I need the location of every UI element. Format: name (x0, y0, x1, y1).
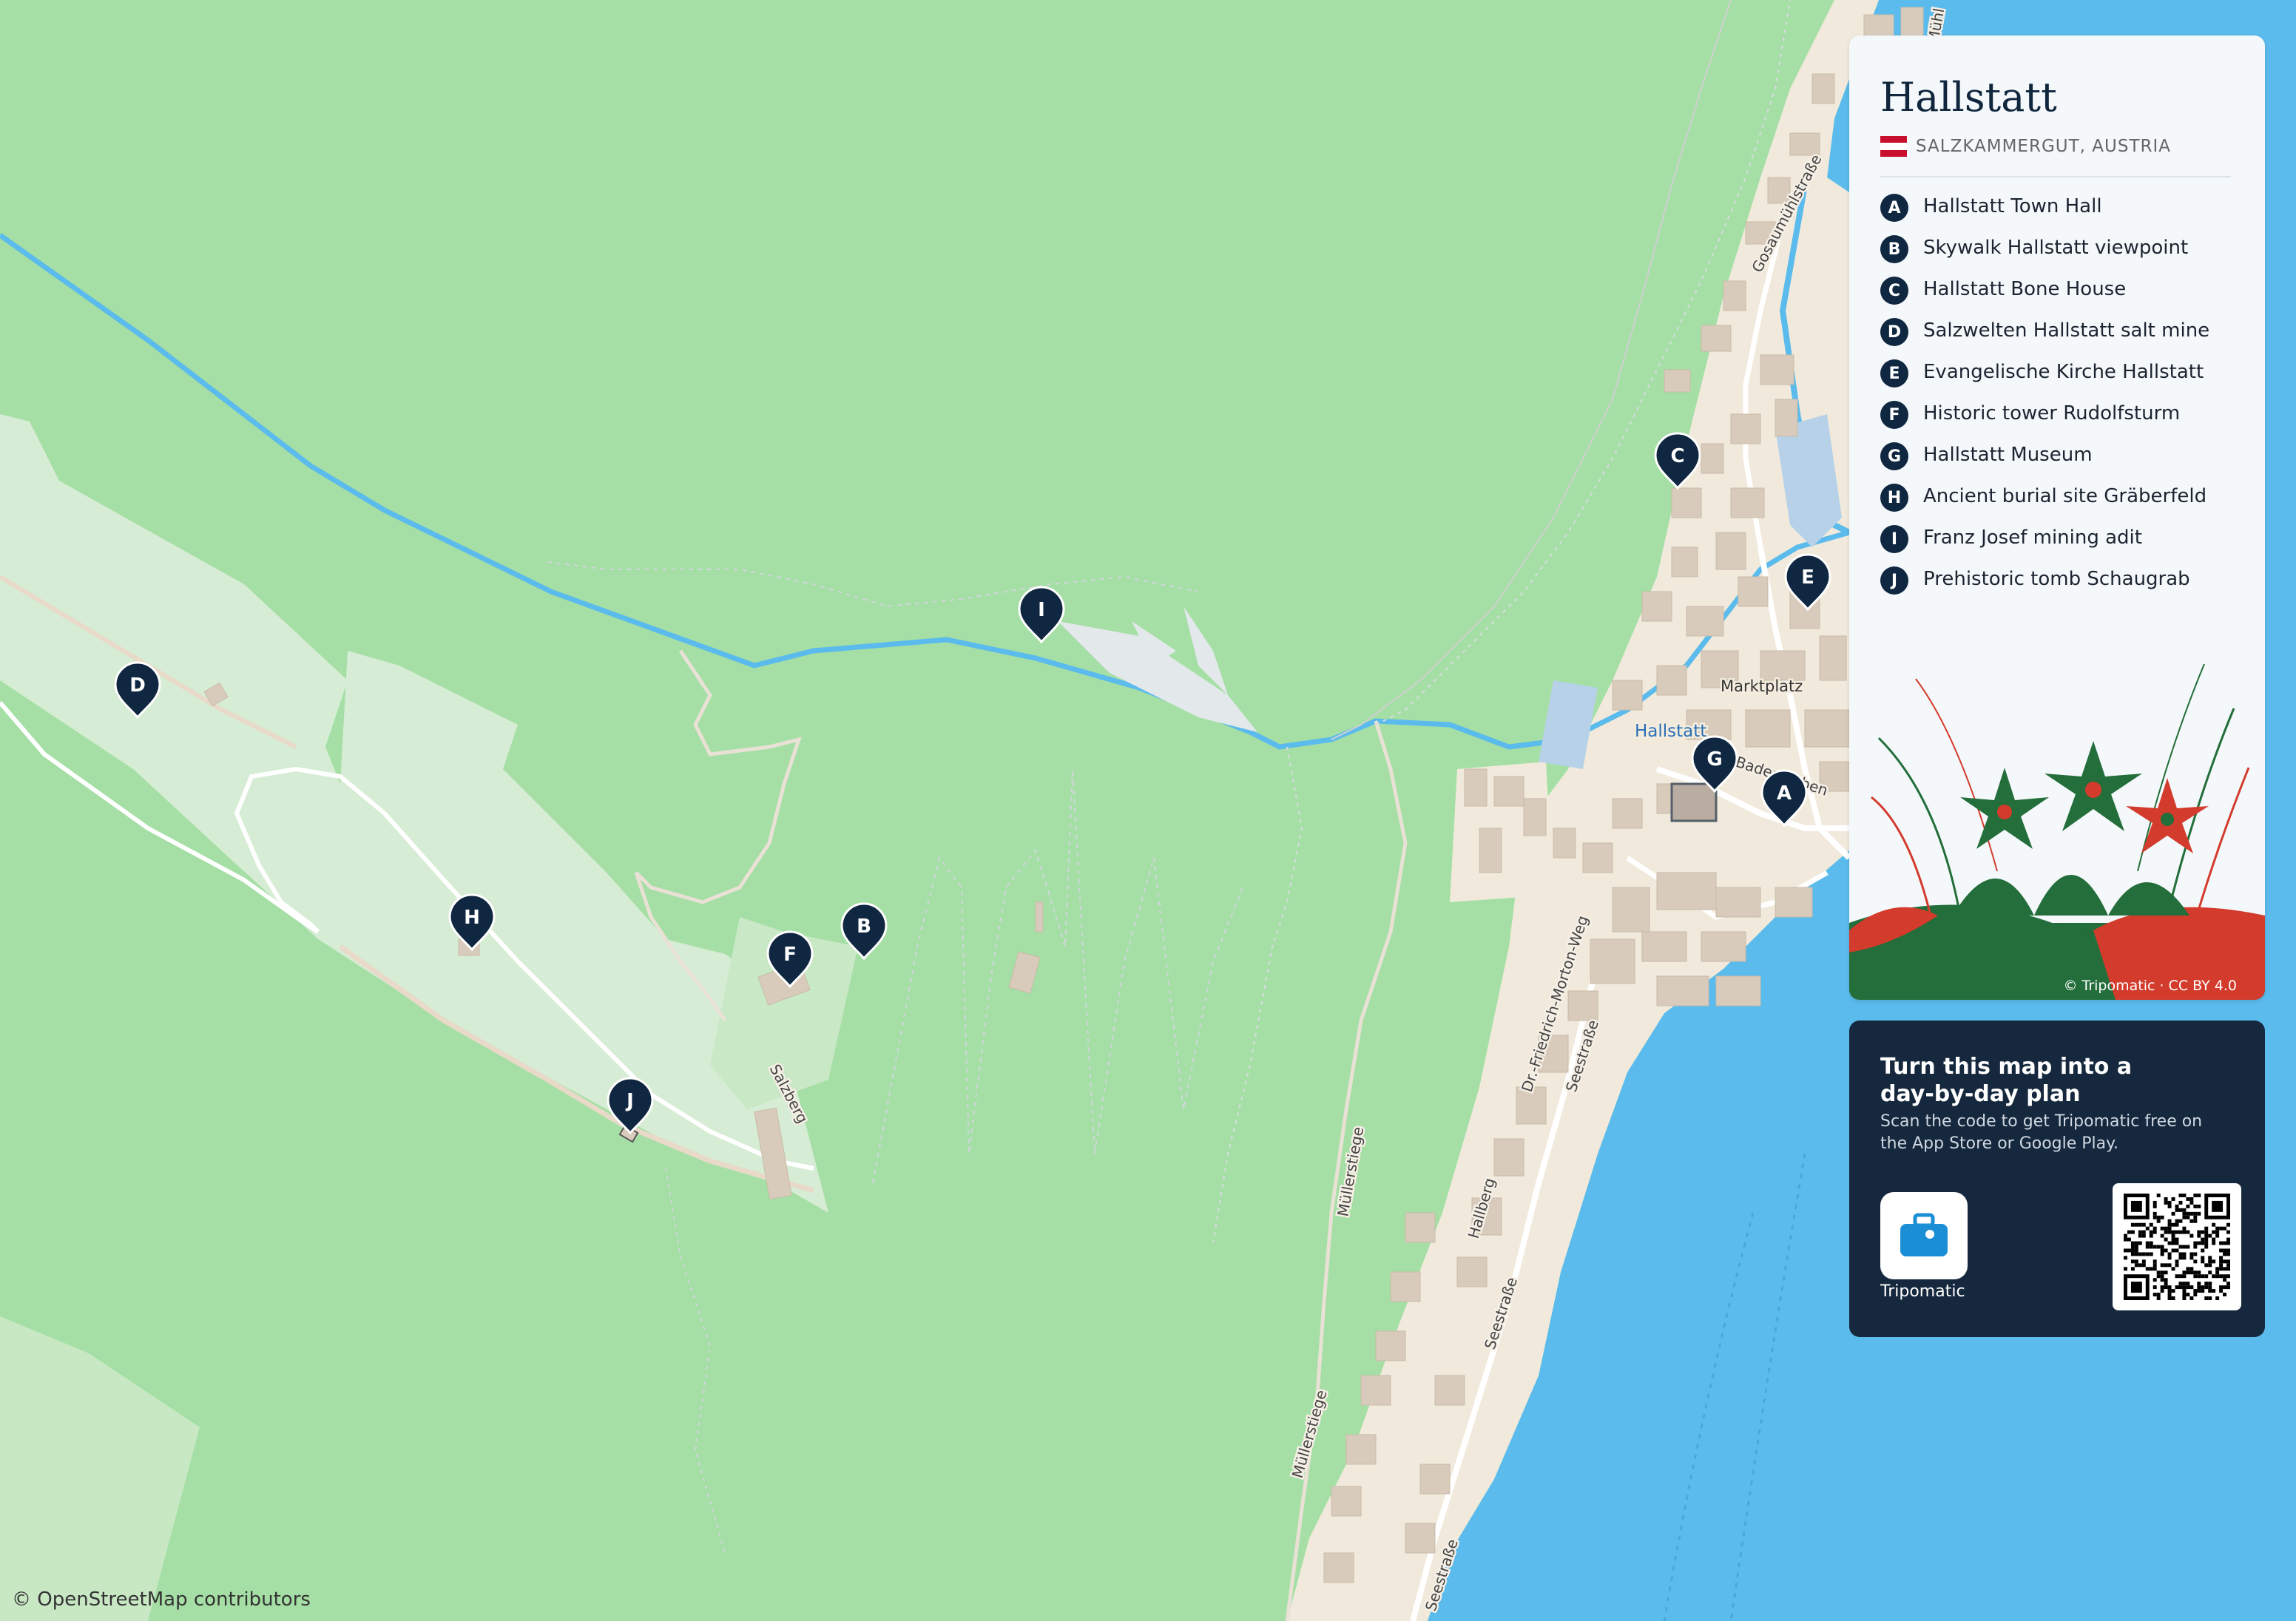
poi-name: Skywalk Hallstatt viewpoint (1923, 237, 2189, 259)
illustration-credit: © Tripomatic · CC BY 4.0 (2063, 978, 2237, 994)
poi-name: Historic tower Rudolfsturm (1923, 402, 2181, 424)
app-name: Tripomatic (1880, 1282, 1965, 1301)
poi-item-h[interactable]: H Ancient burial site Gräberfeld (1880, 484, 2235, 512)
qr-code-icon (2124, 1194, 2230, 1300)
edelweiss-illustration (1849, 663, 2265, 1000)
austria-flag-icon (1880, 136, 1907, 157)
poi-name: Hallstatt Museum (1923, 444, 2093, 466)
marker-letter: G (1706, 748, 1722, 771)
poi-name: Prehistoric tomb Schaugrab (1923, 568, 2190, 590)
poi-name: Franz Josef mining adit (1923, 527, 2142, 549)
map-info-card: Hallstatt SALZKAMMERGUT, AUSTRIA A Hallst… (1849, 35, 2265, 1000)
poi-item-i[interactable]: I Franz Josef mining adit (1880, 525, 2235, 553)
poi-name: Salzwelten Hallstatt salt mine (1923, 319, 2210, 342)
label-marktplatz: Marktplatz (1721, 677, 1803, 695)
region-label: SALZKAMMERGUT, AUSTRIA (1916, 137, 2171, 156)
poi-badge: E (1880, 359, 1908, 388)
poi-list: A Hallstatt Town Hall B Skywalk Hallstatt v… (1880, 194, 2235, 608)
marker-letter: C (1670, 445, 1684, 467)
poi-item-g[interactable]: G Hallstatt Museum (1880, 442, 2235, 470)
poi-item-b[interactable]: B Skywalk Hallstatt viewpoint (1880, 235, 2235, 263)
suitcase-icon (1900, 1213, 1948, 1256)
promo-panel: Turn this map into a day-by-day plan Sca… (1849, 1021, 2265, 1337)
marker-letter: E (1801, 566, 1814, 589)
poi-item-c[interactable]: C Hallstatt Bone House (1880, 277, 2235, 305)
marker-letter: F (783, 944, 797, 966)
marker-letter: J (625, 1090, 634, 1112)
marker-letter: A (1777, 782, 1792, 805)
poi-badge: G (1880, 442, 1908, 470)
poi-badge: J (1880, 566, 1908, 595)
poi-badge: F (1880, 401, 1908, 429)
promo-title: Turn this map into a day-by-day plan (1880, 1054, 2133, 1107)
poi-item-j[interactable]: J Prehistoric tomb Schaugrab (1880, 566, 2235, 595)
poi-name: Hallstatt Bone House (1923, 278, 2127, 300)
region-subtitle: SALZKAMMERGUT, AUSTRIA (1880, 136, 2171, 157)
poi-badge: H (1880, 484, 1908, 512)
poi-name: Ancient burial site Gräberfeld (1923, 485, 2207, 507)
marker-letter: H (464, 907, 480, 929)
poi-badge: C (1880, 277, 1908, 305)
poi-item-a[interactable]: A Hallstatt Town Hall (1880, 194, 2235, 222)
building-forest-small (1035, 901, 1044, 933)
poi-badge: B (1880, 235, 1908, 263)
poi-badge: A (1880, 194, 1908, 222)
poi-item-f[interactable]: F Historic tower Rudolfsturm (1880, 401, 2235, 429)
poi-name: Evangelische Kirche Hallstatt (1923, 361, 2204, 383)
poi-item-e[interactable]: E Evangelische Kirche Hallstatt (1880, 359, 2235, 388)
poi-badge: I (1880, 525, 1908, 553)
poi-item-d[interactable]: D Salzwelten Hallstatt salt mine (1880, 318, 2235, 346)
promo-text: Scan the code to get Tripomatic free on … (1880, 1112, 2203, 1153)
qr-code[interactable] (2113, 1183, 2241, 1310)
divider (1880, 176, 2231, 177)
poi-name: Hallstatt Town Hall (1923, 195, 2102, 217)
city-title: Hallstatt (1880, 74, 2057, 121)
label-hallstatt: Hallstatt (1635, 722, 1706, 741)
app-icon[interactable] (1880, 1192, 1968, 1279)
marker-letter: B (857, 916, 871, 938)
marker-letter: D (129, 674, 146, 697)
poi-badge: D (1880, 318, 1908, 346)
marker-letter: I (1038, 599, 1045, 621)
map-attribution[interactable]: © OpenStreetMap contributors (12, 1588, 311, 1611)
